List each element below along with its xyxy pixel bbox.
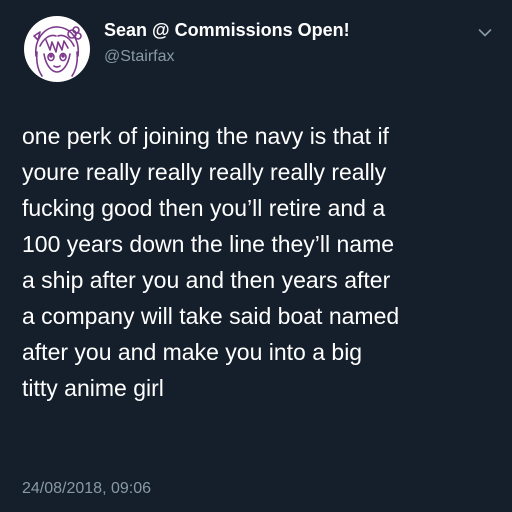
tweet-text-line: youre really really really really really (22, 159, 387, 185)
author-handle[interactable]: @Stairfax (104, 48, 174, 66)
chevron-down-icon[interactable] (478, 28, 492, 38)
tweet-text: one perk of joining the navy is that if … (22, 118, 502, 406)
tweet-card: Sean @ Commissions Open! @Stairfax one p… (0, 0, 512, 512)
tweet-text-line: titty anime girl (22, 375, 164, 401)
tweet-text-line: one perk of joining the navy is that if (22, 123, 389, 149)
avatar[interactable] (24, 16, 90, 82)
tweet-text-line: after you and make you into a big (22, 339, 363, 365)
tweet-timestamp[interactable]: 24/08/2018, 09:06 (22, 480, 151, 498)
tweet-text-line: a company will take said boat named (22, 303, 400, 329)
anime-girl-sketch-avatar-icon (33, 26, 82, 77)
tweet-text-line: 100 years down the line they’ll name (22, 231, 395, 257)
tweet-text-line: a ship after you and then years after (22, 267, 391, 293)
author-display-name[interactable]: Sean @ Commissions Open! (104, 20, 350, 41)
tweet-text-line: fucking good then you’ll retire and a (22, 195, 386, 221)
